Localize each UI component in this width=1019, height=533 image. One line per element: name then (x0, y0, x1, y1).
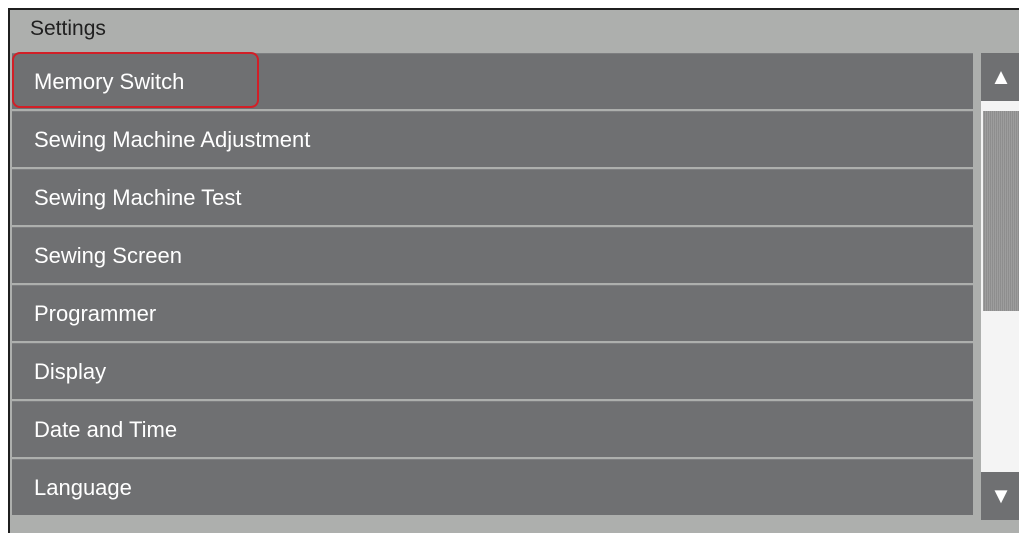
menu-item-language[interactable]: Language (12, 459, 973, 515)
scrollbar[interactable]: ▲ ▼ (981, 53, 1019, 520)
scroll-down-button[interactable]: ▼ (981, 472, 1019, 520)
triangle-down-icon: ▼ (990, 483, 1012, 508)
menu-item-date-and-time[interactable]: Date and Time (12, 401, 973, 457)
menu-item-label: Memory Switch (34, 68, 185, 94)
menu-item-label: Sewing Machine Adjustment (34, 126, 311, 152)
menu-item-sewing-screen[interactable]: Sewing Screen (12, 227, 973, 283)
menu-item-sewing-machine-test[interactable]: Sewing Machine Test (12, 169, 973, 225)
settings-panel: Settings Memory Switch Sewing Machine Ad… (8, 8, 1019, 533)
page-title: Settings (30, 17, 106, 40)
menu-item-label: Sewing Machine Test (34, 184, 242, 210)
menu-item-label: Sewing Screen (34, 242, 182, 268)
menu-item-label: Language (34, 474, 132, 500)
settings-menu-list: Memory Switch Sewing Machine Adjustment … (12, 52, 973, 517)
menu-item-display[interactable]: Display (12, 343, 973, 399)
menu-item-label: Date and Time (34, 416, 178, 442)
menu-item-label: Display (34, 358, 107, 384)
scrollbar-thumb[interactable] (983, 111, 1019, 311)
menu-item-sewing-machine-adjustment[interactable]: Sewing Machine Adjustment (12, 111, 973, 167)
menu-item-memory-switch[interactable]: Memory Switch (12, 52, 973, 109)
scroll-up-button[interactable]: ▲ (981, 53, 1019, 101)
menu-item-label: Programmer (34, 300, 157, 326)
menu-item-programmer[interactable]: Programmer (12, 285, 973, 341)
triangle-up-icon: ▲ (990, 64, 1012, 89)
